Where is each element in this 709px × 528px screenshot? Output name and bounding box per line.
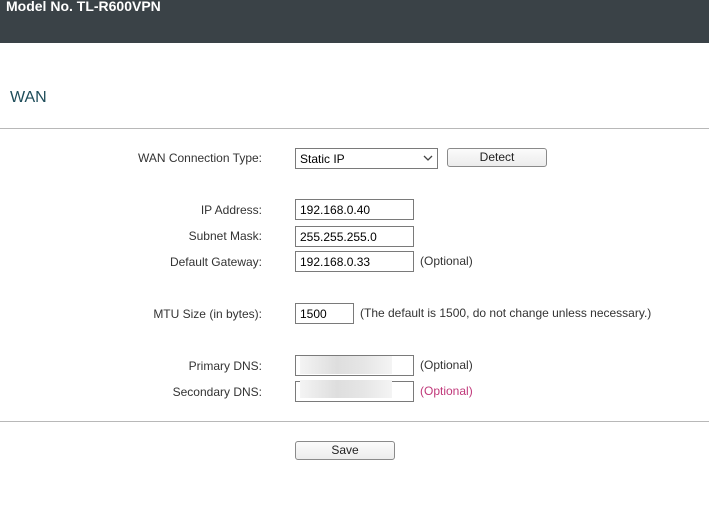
wan-connection-type-label: WAN Connection Type: xyxy=(137,151,262,165)
wan-connection-type-select[interactable]: Static IP xyxy=(295,148,438,169)
divider-top xyxy=(0,128,709,129)
chevron-down-icon xyxy=(423,155,433,161)
primary-dns-optional-note: (Optional) xyxy=(420,358,473,372)
mtu-size-label: MTU Size (in bytes): xyxy=(153,307,262,321)
subnet-mask-label: Subnet Mask: xyxy=(188,229,262,243)
default-gateway-label: Default Gateway: xyxy=(169,255,262,269)
model-number: Model No. TL-R600VPN xyxy=(6,0,161,14)
mtu-size-input[interactable] xyxy=(295,303,354,324)
redacted-blur xyxy=(300,356,392,374)
secondary-dns-label: Secondary DNS: xyxy=(172,385,262,399)
primary-dns-label: Primary DNS: xyxy=(188,359,262,373)
detect-button[interactable]: Detect xyxy=(447,148,547,167)
page-title: WAN xyxy=(10,89,47,106)
divider-bottom xyxy=(0,421,709,422)
ip-address-input[interactable] xyxy=(295,199,414,220)
subnet-mask-input[interactable] xyxy=(295,226,414,247)
save-button[interactable]: Save xyxy=(295,441,395,460)
redacted-blur xyxy=(300,380,392,398)
ip-address-label: IP Address: xyxy=(200,203,262,217)
default-gateway-optional-note: (Optional) xyxy=(420,254,473,268)
top-bar: Model No. TL-R600VPN xyxy=(0,0,709,43)
wan-connection-type-value: Static IP xyxy=(300,152,345,166)
secondary-dns-optional-note: (Optional) xyxy=(420,384,473,398)
mtu-size-hint: (The default is 1500, do not change unle… xyxy=(360,306,652,320)
default-gateway-input[interactable] xyxy=(295,251,414,272)
